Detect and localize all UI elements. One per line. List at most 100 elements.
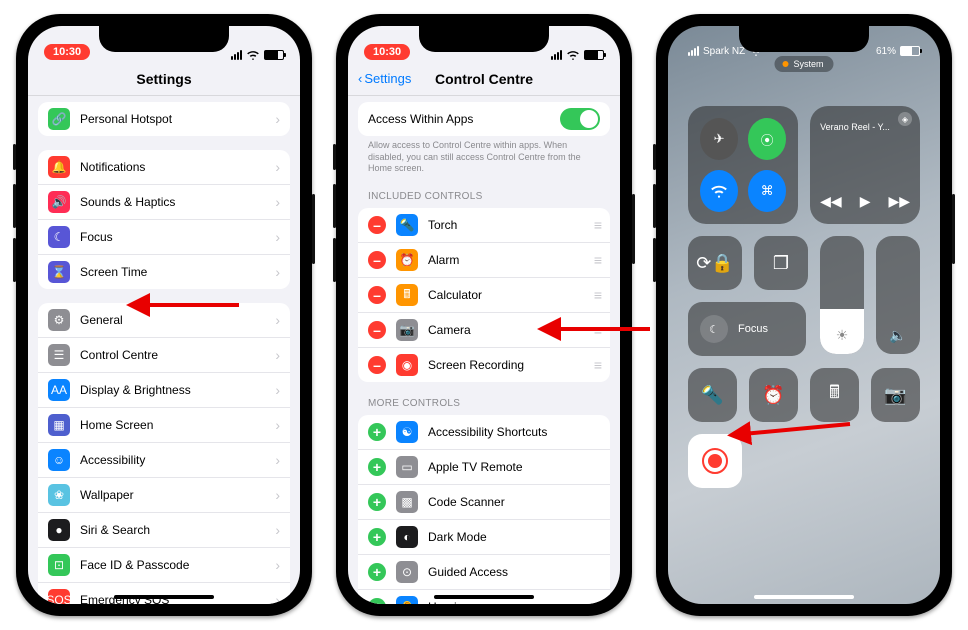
row-label: Screen Recording (428, 358, 594, 372)
remove-button[interactable]: – (368, 286, 386, 304)
settings-row[interactable]: –🖩Calculator≡ (358, 278, 610, 313)
row-label: Personal Hotspot (80, 112, 275, 126)
chevron-right-icon: › (275, 312, 280, 328)
row-label: Accessibility (80, 453, 275, 467)
drag-handle-icon[interactable]: ≡ (594, 217, 600, 233)
privacy-pill[interactable]: System (774, 56, 833, 72)
settings-row[interactable]: + ⊙ Guided Access (358, 555, 610, 590)
add-button[interactable]: + (368, 458, 386, 476)
row-label: Face ID & Passcode (80, 558, 275, 572)
settings-row[interactable]: 🔔Notifications› (38, 150, 290, 185)
settings-row[interactable]: +▭Apple TV Remote (358, 450, 610, 485)
volume-slider[interactable]: 🔈 (876, 236, 920, 354)
group-hotspot: 🔗Personal Hotspot› (38, 102, 290, 136)
camera-icon: 📷 (396, 319, 418, 341)
calculator-tile[interactable]: 🖩 (810, 368, 859, 422)
annotation-arrow (134, 290, 244, 323)
alarm-tile[interactable]: ⏰ (749, 368, 798, 422)
row-label: Home Screen (80, 418, 275, 432)
settings-row[interactable]: –🔦Torch≡ (358, 208, 610, 243)
moon-icon: ☾ (48, 226, 70, 248)
faceid-icon: ⊡ (48, 554, 70, 576)
notch (419, 26, 549, 52)
add-button[interactable]: + (368, 563, 386, 581)
group-notifications: 🔔Notifications›🔊Sounds & Haptics› ☾ Focus ›… (38, 150, 290, 289)
chevron-right-icon: › (275, 557, 280, 573)
play-button[interactable]: ▶ (860, 193, 871, 210)
drag-handle-icon[interactable]: ≡ (594, 252, 600, 268)
cellular-toggle[interactable]: ⦿ (748, 118, 786, 160)
grid-icon: ▦ (48, 414, 70, 436)
focus-label: Focus (738, 323, 768, 335)
airplay-icon[interactable]: ◈ (898, 112, 912, 126)
siri-icon: ● (48, 519, 70, 541)
settings-row[interactable]: +▩Code Scanner (358, 485, 610, 520)
camera-tile[interactable]: 📷 (871, 368, 920, 422)
toggle-access[interactable] (560, 108, 600, 130)
row-label: Guided Access (428, 565, 600, 579)
airplane-icon: ✈ (714, 131, 725, 147)
screen-record-tile[interactable] (688, 434, 742, 488)
wifi-icon (246, 50, 260, 60)
remove-button[interactable]: – (368, 321, 386, 339)
home-indicator[interactable] (114, 595, 214, 599)
guided-icon: ⊙ (396, 561, 418, 583)
prev-track-button[interactable]: ◀◀ (820, 193, 842, 210)
antenna-icon: ⦿ (761, 130, 774, 149)
settings-row[interactable]: –◉Screen Recording≡ (358, 348, 610, 382)
row-label: Accessibility Shortcuts (428, 425, 600, 439)
next-track-button[interactable]: ▶▶ (888, 193, 910, 210)
flower-icon: ❀ (48, 484, 70, 506)
settings-row[interactable]: SOSEmergency SOS› (38, 583, 290, 604)
settings-row[interactable]: ☾Focus› (38, 220, 290, 255)
media-panel[interactable]: ◈ Verano Reel - Y... ◀◀ ▶ ▶▶ (810, 106, 920, 224)
settings-row[interactable]: AADisplay & Brightness› (38, 373, 290, 408)
aa-icon: AA (48, 379, 70, 401)
back-button[interactable]: ‹Settings (358, 71, 411, 86)
settings-row[interactable]: ☰Control Centre› (38, 338, 290, 373)
access-description: Allow access to Control Centre within ap… (368, 140, 600, 175)
nav-header: ‹Settings Control Centre (348, 62, 620, 96)
add-button[interactable]: + (368, 423, 386, 441)
airplane-toggle[interactable]: ✈ (700, 118, 738, 160)
add-button[interactable]: + (368, 598, 386, 604)
settings-row[interactable]: –⏰Alarm≡ (358, 243, 610, 278)
moon-icon: ☾ (700, 315, 728, 343)
bluetooth-toggle[interactable]: ⌘ (748, 170, 786, 212)
phone-control-centre: Spark NZ 61% System ✈ ⦿ ⌘ ◈ Verano Reel … (656, 14, 952, 616)
connectivity-panel[interactable]: ✈ ⦿ ⌘ (688, 106, 798, 224)
settings-row[interactable]: ⌛Screen Time› (38, 255, 290, 289)
wifi-toggle[interactable] (700, 170, 738, 212)
settings-row[interactable]: ⊡ Face ID & Passcode› (38, 548, 290, 583)
row-label: Focus (80, 230, 275, 244)
chevron-right-icon: › (275, 417, 280, 433)
row-label: Calculator (428, 288, 594, 302)
drag-handle-icon[interactable]: ≡ (594, 287, 600, 303)
home-indicator[interactable] (434, 595, 534, 599)
settings-row[interactable]: ▦ Home Screen› (38, 408, 290, 443)
settings-row[interactable]: ●Siri & Search› (38, 513, 290, 548)
notch (99, 26, 229, 52)
drag-handle-icon[interactable]: ≡ (594, 357, 600, 373)
settings-row[interactable]: 🔊Sounds & Haptics› (38, 185, 290, 220)
focus-tile[interactable]: ☾ Focus (688, 302, 806, 356)
remove-button[interactable]: – (368, 216, 386, 234)
home-indicator[interactable] (754, 595, 854, 599)
screen-mirror-tile[interactable]: ❐ (754, 236, 808, 290)
remove-button[interactable]: – (368, 251, 386, 269)
chevron-right-icon: › (275, 264, 280, 280)
add-button[interactable]: + (368, 528, 386, 546)
section-more: More Controls (368, 398, 600, 409)
hourglass-icon: ⌛ (48, 261, 70, 283)
brightness-slider[interactable]: ☀ (820, 236, 864, 354)
settings-row[interactable]: ☺Accessibility› (38, 443, 290, 478)
torch-tile[interactable]: 🔦 (688, 368, 737, 422)
remove-button[interactable]: – (368, 356, 386, 374)
settings-row[interactable]: 🔗Personal Hotspot› (38, 102, 290, 136)
rotation-lock-tile[interactable]: ⟳🔒 (688, 236, 742, 290)
settings-row[interactable]: +☯Accessibility Shortcuts (358, 415, 610, 450)
add-button[interactable]: + (368, 493, 386, 511)
row-label: Siri & Search (80, 523, 275, 537)
settings-row[interactable]: +◐Dark Mode (358, 520, 610, 555)
settings-row[interactable]: ❀Wallpaper› (38, 478, 290, 513)
